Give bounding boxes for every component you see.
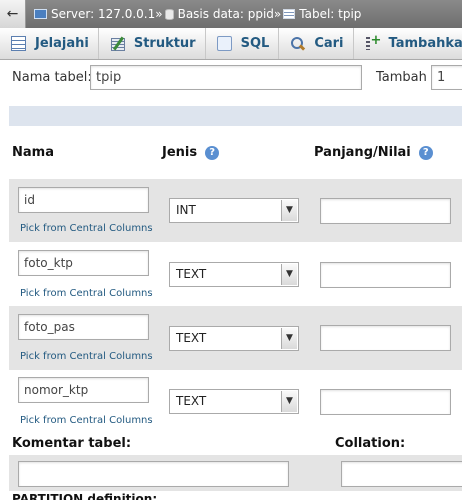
tab-browse[interactable]: Jelajahi xyxy=(0,28,99,59)
partition-definition-label: PARTITION definition: xyxy=(12,492,158,500)
pick-central-columns-link[interactable]: Pick from Central Columns xyxy=(20,288,153,299)
tab-insert[interactable]: Tambahkan xyxy=(354,28,462,59)
field-length-input[interactable] xyxy=(320,262,451,288)
tab-structure[interactable]: Struktur xyxy=(99,28,206,59)
column-header-name-label: Nama xyxy=(12,145,54,160)
field-row: nomor_ktp Pick from Central Columns TEXT… xyxy=(9,370,462,434)
structure-icon xyxy=(110,36,125,51)
table-comment-label: Komentar tabel: xyxy=(12,436,132,451)
field-row: foto_pas Pick from Central Columns TEXT … xyxy=(9,306,462,370)
search-icon xyxy=(290,36,305,51)
field-row: foto_ktp Pick from Central Columns TEXT … xyxy=(9,242,462,306)
tab-search[interactable]: Cari xyxy=(279,28,354,59)
back-arrow-icon[interactable]: ← xyxy=(0,0,26,28)
table-name-label: Nama tabel: xyxy=(12,70,92,85)
tab-structure-label[interactable]: Struktur xyxy=(134,36,196,51)
column-header-name: Nama xyxy=(12,145,54,160)
field-length-input[interactable] xyxy=(320,389,451,415)
field-type-value: TEXT xyxy=(176,331,207,345)
breadcrumb-separator: » xyxy=(155,7,163,21)
database-icon xyxy=(164,8,174,20)
tab-insert-label[interactable]: Tambahkan xyxy=(389,36,462,51)
table-comment-input[interactable] xyxy=(18,461,289,487)
breadcrumb-separator: » xyxy=(273,7,282,21)
browse-icon xyxy=(11,36,26,51)
tab-browse-label[interactable]: Jelajahi xyxy=(35,36,89,51)
breadcrumb-database[interactable]: Basis data: ppid xyxy=(164,7,274,21)
section-divider xyxy=(9,106,462,126)
breadcrumb-server-label[interactable]: Server: 127.0.0.1 xyxy=(51,7,155,21)
add-columns-label: Tambah xyxy=(376,70,427,85)
field-type-value: INT xyxy=(176,203,196,217)
collation-select[interactable] xyxy=(341,461,462,487)
column-header-type-label: Jenis xyxy=(162,145,198,160)
pick-central-columns-link[interactable]: Pick from Central Columns xyxy=(20,223,153,234)
field-length-input[interactable] xyxy=(320,198,451,224)
add-columns-count-input[interactable]: 1 xyxy=(431,65,462,90)
breadcrumb-table-label[interactable]: Tabel: tpip xyxy=(299,7,361,21)
collation-label: Collation: xyxy=(335,436,406,451)
breadcrumb-database-label[interactable]: Basis data: ppid xyxy=(178,7,274,21)
chevron-down-icon: ▼ xyxy=(281,264,297,285)
tab-sql[interactable]: SQL xyxy=(206,28,280,59)
field-type-value: TEXT xyxy=(176,394,207,408)
field-type-value: TEXT xyxy=(176,267,207,281)
column-header-length-label: Panjang/Nilai xyxy=(314,145,411,160)
table-icon xyxy=(283,9,296,19)
column-header-type: Jenis ? xyxy=(162,145,220,160)
field-name-input[interactable]: foto_pas xyxy=(18,314,149,340)
chevron-down-icon: ▼ xyxy=(281,200,297,221)
field-row: id Pick from Central Columns INT ▼ xyxy=(9,179,462,242)
tab-search-label[interactable]: Cari xyxy=(314,36,343,51)
pick-central-columns-link[interactable]: Pick from Central Columns xyxy=(20,415,153,426)
pick-central-columns-link[interactable]: Pick from Central Columns xyxy=(20,351,153,362)
insert-icon xyxy=(365,33,381,51)
breadcrumb-server[interactable]: Server: 127.0.0.1 xyxy=(34,7,155,21)
top-menu-tabs: Jelajahi Struktur SQL Cari Tambahkan xyxy=(0,28,462,60)
field-name-input[interactable]: id xyxy=(18,187,149,213)
field-type-select[interactable]: INT ▼ xyxy=(169,198,299,223)
field-name-input[interactable]: foto_ktp xyxy=(18,250,149,276)
field-name-input[interactable]: nomor_ktp xyxy=(18,377,149,403)
help-icon[interactable]: ? xyxy=(418,145,433,160)
field-type-select[interactable]: TEXT ▼ xyxy=(169,326,299,351)
sql-icon xyxy=(216,36,232,51)
column-header-length: Panjang/Nilai ? xyxy=(314,145,433,160)
tab-sql-label[interactable]: SQL xyxy=(241,36,270,51)
server-icon xyxy=(34,9,47,19)
table-options-row xyxy=(9,455,462,491)
field-length-input[interactable] xyxy=(320,325,451,351)
table-name-row: Nama tabel: tpip Tambah 1 xyxy=(0,60,462,98)
help-icon[interactable]: ? xyxy=(205,145,220,160)
breadcrumb-table[interactable]: Tabel: tpip xyxy=(283,7,361,21)
field-type-select[interactable]: TEXT ▼ xyxy=(169,389,299,414)
table-name-input[interactable]: tpip xyxy=(90,65,362,90)
field-type-select[interactable]: TEXT ▼ xyxy=(169,262,299,287)
chevron-down-icon: ▼ xyxy=(281,391,297,412)
chevron-down-icon: ▼ xyxy=(281,328,297,349)
breadcrumb: ← Server: 127.0.0.1 » Basis data: ppid »… xyxy=(0,0,462,28)
